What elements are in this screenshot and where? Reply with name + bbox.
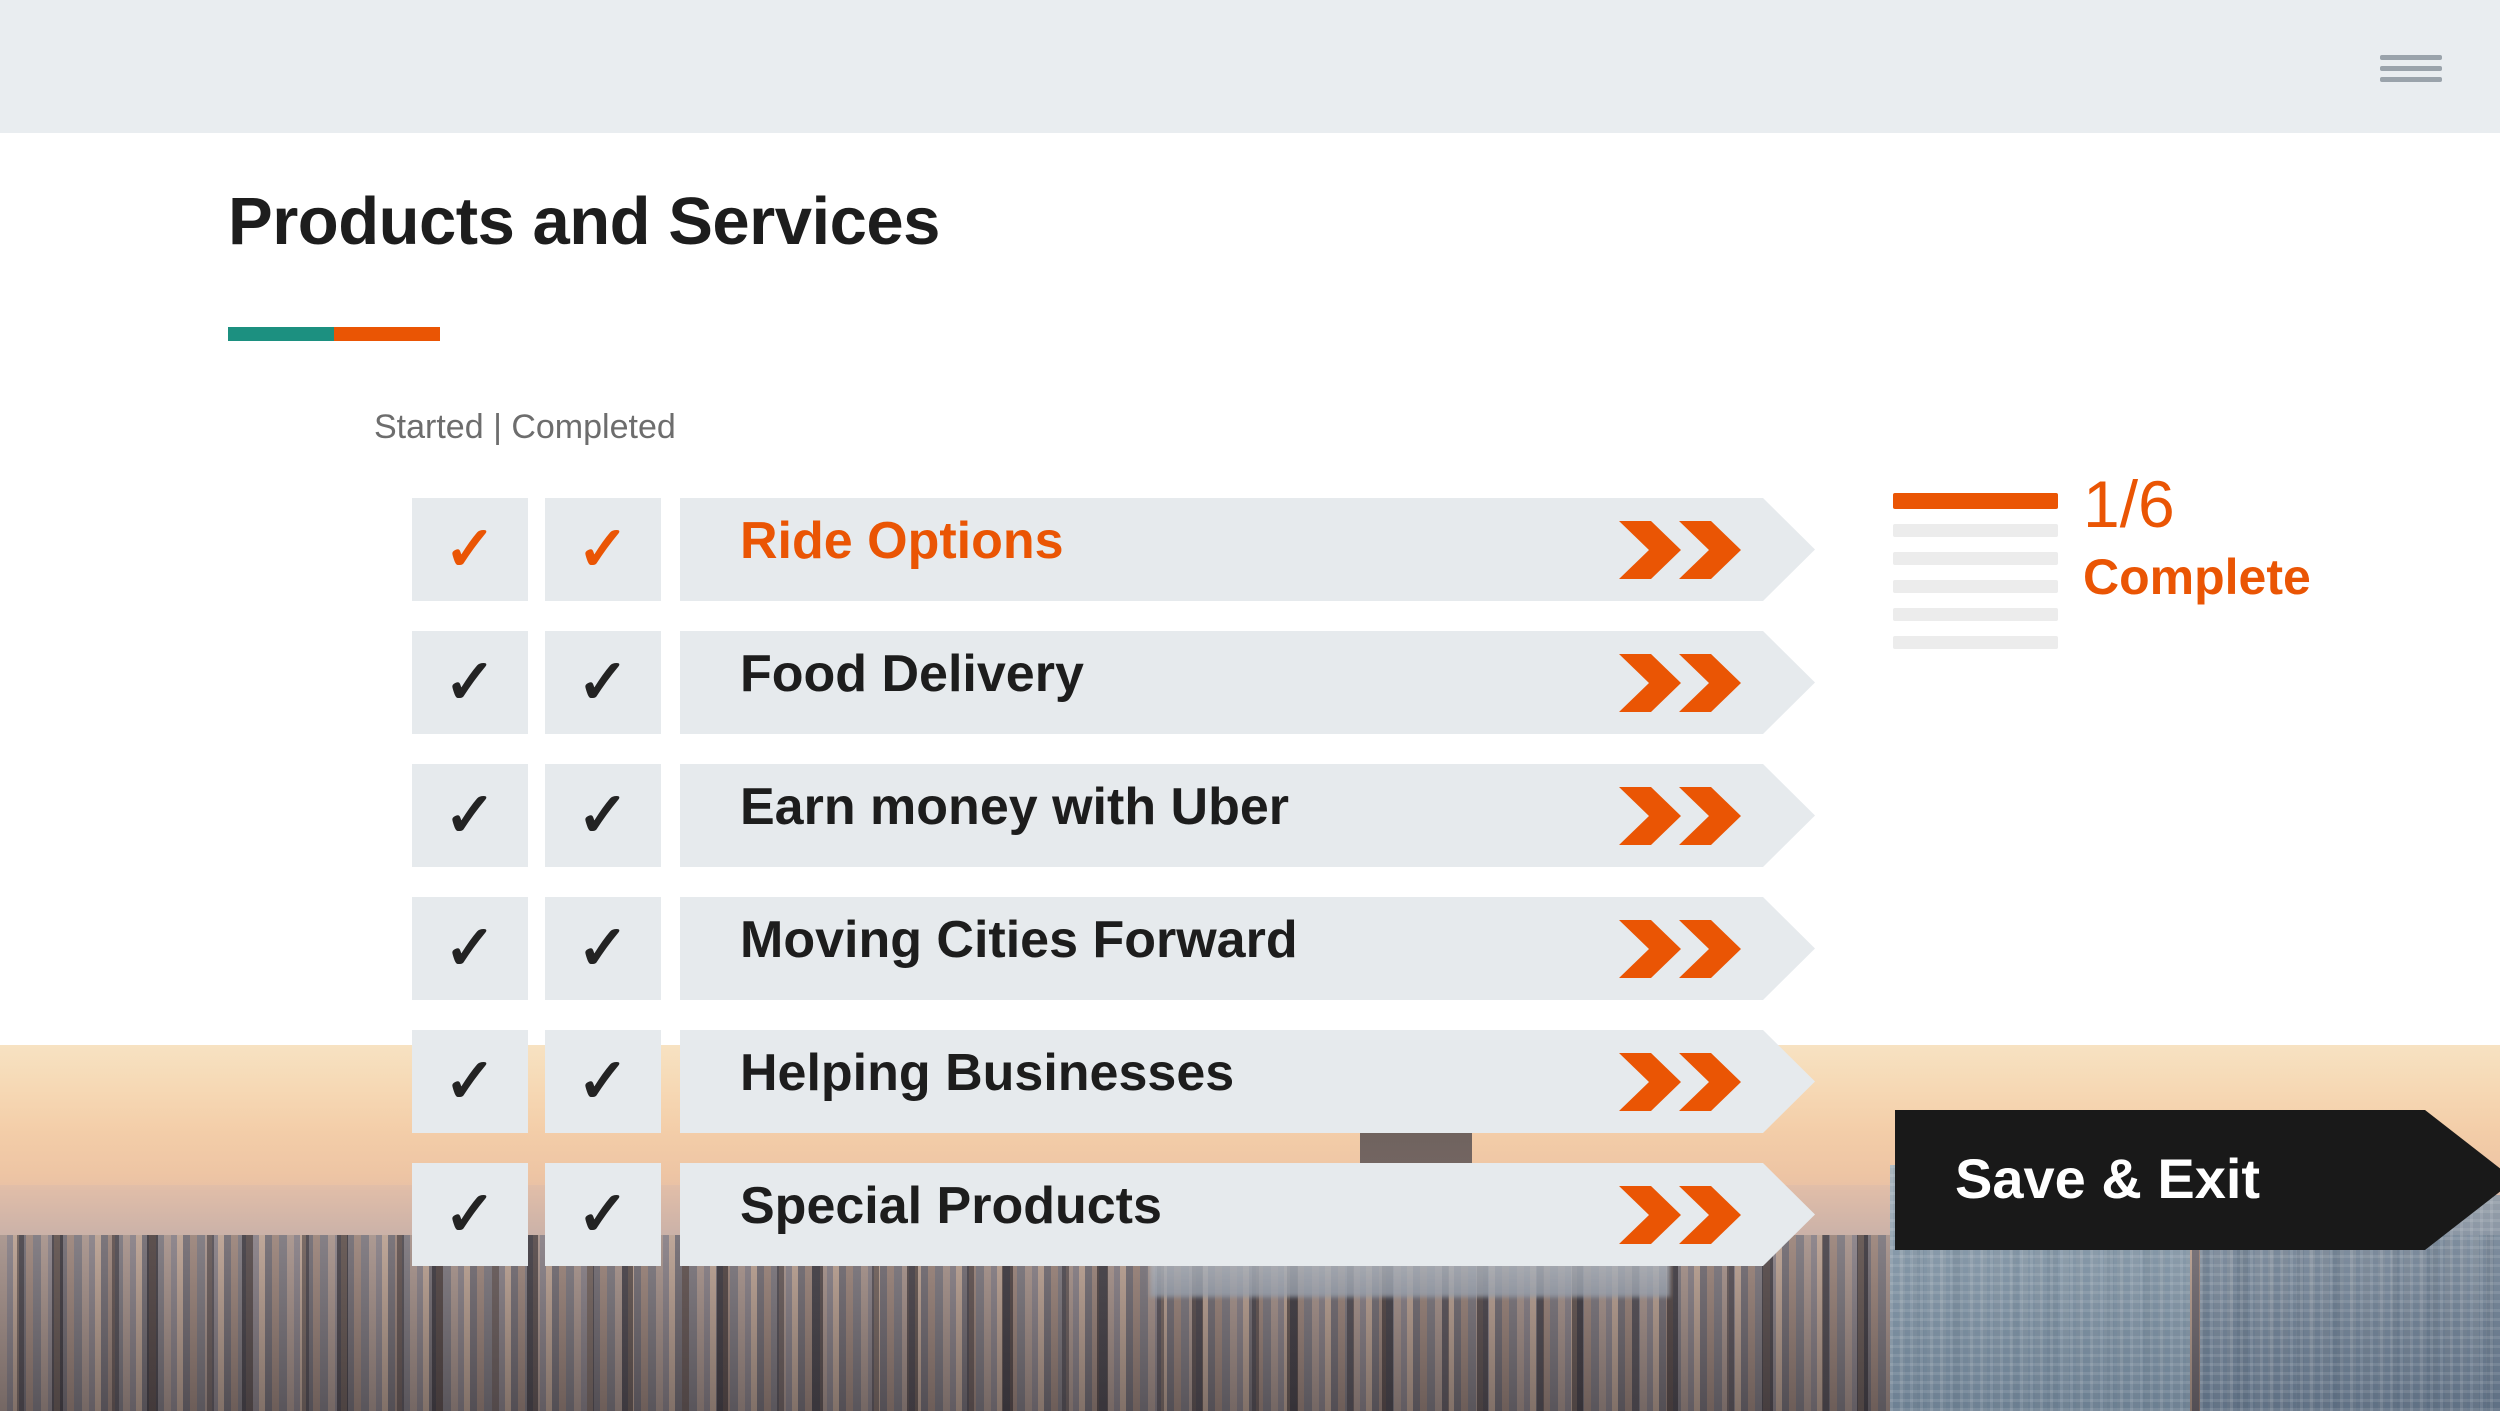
hamburger-bar (2380, 66, 2442, 71)
checklist-item-bar[interactable]: Food Delivery (680, 631, 1815, 734)
checklist-item-bar[interactable]: Ride Options (680, 498, 1815, 601)
double-chevron-right-icon[interactable] (1617, 652, 1747, 714)
checklist-item-bar[interactable]: Earn money with Uber (680, 764, 1815, 867)
progress-bar-empty (1893, 580, 2058, 593)
progress-bar-filled (1893, 493, 2058, 509)
checklist-item-label: Ride Options (740, 512, 1064, 570)
check-icon: ✓ (577, 514, 629, 584)
check-icon: ✓ (577, 1046, 629, 1116)
hamburger-menu-icon[interactable] (2380, 55, 2442, 82)
accent-orange-segment (334, 327, 440, 341)
save-and-exit-label: Save & Exit (1955, 1147, 2261, 1210)
check-icon: ✓ (577, 1179, 629, 1249)
progress-bars (1893, 493, 2058, 664)
progress-bar-empty (1893, 524, 2058, 537)
check-icon: ✓ (577, 913, 629, 983)
check-icon: ✓ (577, 780, 629, 850)
completed-checkbox[interactable]: ✓ (545, 764, 661, 867)
checklist-item-bar[interactable]: Helping Businesses (680, 1030, 1815, 1133)
top-header-bar (0, 0, 2500, 133)
progress-bar-empty (1893, 608, 2058, 621)
started-checkbox[interactable]: ✓ (412, 897, 528, 1000)
double-chevron-right-icon[interactable] (1617, 1184, 1747, 1246)
check-icon: ✓ (444, 514, 496, 584)
progress-bar-empty (1893, 552, 2058, 565)
save-and-exit-button[interactable]: Save & Exit (1895, 1110, 2500, 1250)
checklist-item-label: Special Products (740, 1177, 1162, 1235)
accent-teal-segment (228, 327, 334, 341)
completed-checkbox[interactable]: ✓ (545, 1030, 661, 1133)
page-title: Products and Services (228, 184, 940, 259)
hamburger-bar (2380, 77, 2442, 82)
slide-canvas: Products and Services Started | Complete… (0, 0, 2500, 1411)
double-chevron-right-icon[interactable] (1617, 785, 1747, 847)
completed-checkbox[interactable]: ✓ (545, 631, 661, 734)
started-checkbox[interactable]: ✓ (412, 498, 528, 601)
completed-checkbox[interactable]: ✓ (545, 897, 661, 1000)
started-checkbox[interactable]: ✓ (412, 631, 528, 734)
double-chevron-right-icon[interactable] (1617, 519, 1747, 581)
check-icon: ✓ (444, 647, 496, 717)
progress-count: 1/6 (2083, 467, 2175, 541)
checklist-item-label: Food Delivery (740, 645, 1084, 703)
started-checkbox[interactable]: ✓ (412, 764, 528, 867)
column-legend: Started | Completed (374, 408, 676, 446)
check-icon: ✓ (444, 913, 496, 983)
completed-checkbox[interactable]: ✓ (545, 1163, 661, 1266)
checklist-item-bar[interactable]: Special Products (680, 1163, 1815, 1266)
check-icon: ✓ (577, 647, 629, 717)
checklist-item-label: Earn money with Uber (740, 778, 1289, 836)
checklist-item-label: Helping Businesses (740, 1044, 1235, 1102)
checklist-item-bar[interactable]: Moving Cities Forward (680, 897, 1815, 1000)
checklist-item-label: Moving Cities Forward (740, 911, 1298, 969)
completed-checkbox[interactable]: ✓ (545, 498, 661, 601)
check-icon: ✓ (444, 1046, 496, 1116)
hamburger-bar (2380, 55, 2442, 60)
check-icon: ✓ (444, 1179, 496, 1249)
started-checkbox[interactable]: ✓ (412, 1163, 528, 1266)
title-accent-underline (228, 327, 440, 341)
progress-label: Complete (2083, 549, 2311, 605)
check-icon: ✓ (444, 780, 496, 850)
double-chevron-right-icon[interactable] (1617, 918, 1747, 980)
progress-bar-empty (1893, 636, 2058, 649)
double-chevron-right-icon[interactable] (1617, 1051, 1747, 1113)
started-checkbox[interactable]: ✓ (412, 1030, 528, 1133)
